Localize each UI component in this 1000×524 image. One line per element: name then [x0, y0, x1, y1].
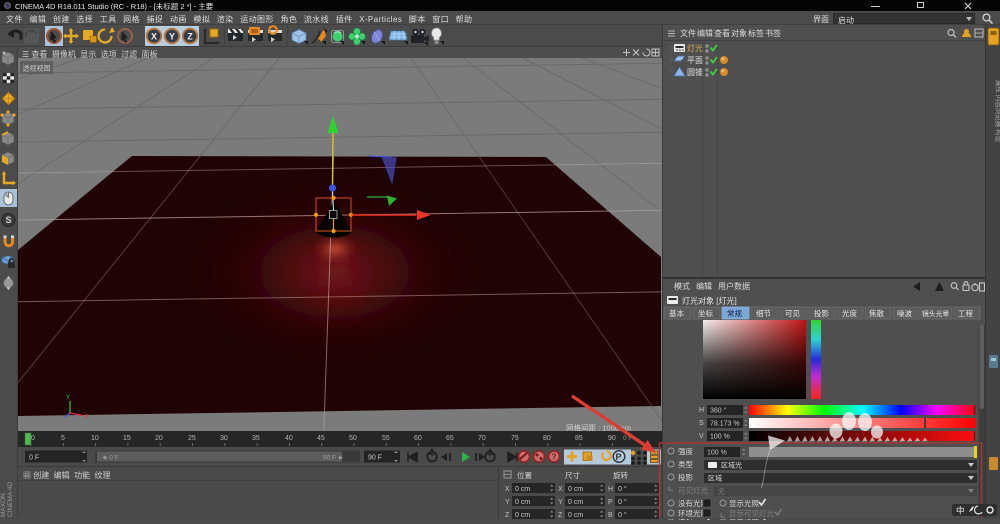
svg-text:投影: 投影: [814, 308, 829, 318]
svg-text:基本: 基本: [669, 308, 684, 318]
svg-text:360 °: 360 °: [710, 407, 727, 415]
svg-text:0 cm: 0 cm: [568, 499, 583, 506]
svg-text:100 %: 100 %: [707, 450, 727, 457]
svg-text:细节: 细节: [756, 308, 771, 318]
svg-text:MAXON: MAXON: [0, 493, 7, 517]
svg-text:工程: 工程: [958, 309, 973, 318]
svg-text:0 F: 0 F: [623, 435, 632, 442]
svg-text:5: 5: [61, 435, 65, 442]
svg-text:用户数据: 用户数据: [718, 281, 750, 291]
svg-text:75: 75: [511, 435, 519, 442]
svg-text:35: 35: [252, 435, 260, 442]
svg-text:显示光照: 显示光照: [729, 498, 759, 508]
svg-text:X: X: [505, 486, 510, 493]
svg-text:对象: 对象: [731, 28, 747, 38]
svg-text:45: 45: [317, 435, 325, 442]
svg-text:无: 无: [718, 488, 725, 496]
svg-text:25: 25: [188, 435, 196, 442]
svg-text:70: 70: [478, 435, 486, 442]
svg-text:光度: 光度: [842, 308, 857, 318]
svg-text:10: 10: [91, 435, 99, 442]
svg-text:0 °: 0 °: [618, 485, 627, 493]
svg-text:透视视图: 透视视图: [23, 64, 51, 73]
svg-text:查看: 查看: [714, 28, 730, 38]
svg-text:漫射: 漫射: [678, 519, 693, 520]
svg-text:0 cm: 0 cm: [568, 486, 583, 493]
svg-text:X: X: [558, 486, 563, 493]
svg-text:H: H: [699, 407, 704, 414]
svg-text:90: 90: [608, 435, 616, 442]
svg-text:位置: 位置: [517, 470, 532, 480]
svg-text:78.173 %: 78.173 %: [710, 421, 740, 428]
svg-text:P: P: [608, 499, 613, 506]
svg-text:X: X: [151, 32, 157, 42]
svg-text:?: ?: [552, 453, 557, 462]
svg-text:标签: 标签: [748, 28, 764, 38]
svg-text:40: 40: [285, 435, 293, 442]
svg-text:噪波: 噪波: [897, 308, 912, 318]
svg-text:区域光: 区域光: [721, 461, 742, 470]
svg-text:灯光: 灯光: [687, 43, 703, 53]
svg-text:90 F ►: 90 F ►: [323, 455, 344, 462]
svg-text:旋转: 旋转: [613, 470, 628, 480]
svg-text:V: V: [699, 433, 704, 440]
svg-text:80: 80: [543, 435, 551, 442]
svg-text:强度: 强度: [678, 446, 693, 456]
svg-text:焦散: 焦散: [869, 308, 884, 318]
svg-text:Z: Z: [187, 32, 193, 42]
svg-text:◄ 0 F: ◄ 0 F: [101, 455, 119, 462]
svg-text:60: 60: [414, 435, 422, 442]
svg-text:类型: 类型: [678, 459, 693, 469]
svg-text:网格间距 : 1000 cm: 网格间距 : 1000 cm: [566, 423, 631, 432]
svg-text:65: 65: [446, 435, 454, 442]
svg-text:可见: 可见: [785, 309, 800, 318]
svg-text:0 °: 0 °: [618, 498, 627, 506]
svg-text:H: H: [608, 486, 613, 493]
svg-text:15: 15: [123, 435, 131, 442]
svg-text:镜头光晕: 镜头光晕: [922, 309, 949, 318]
svg-text:显示修剪: 显示修剪: [729, 519, 759, 520]
svg-text:编辑: 编辑: [696, 281, 712, 291]
svg-text:X: X: [85, 414, 89, 420]
svg-text:P: P: [616, 452, 622, 462]
svg-text:30: 30: [220, 435, 228, 442]
svg-text:Y: Y: [505, 499, 510, 506]
svg-text:区域: 区域: [708, 474, 722, 483]
svg-text:圆锥: 圆锥: [687, 67, 703, 77]
svg-text:20: 20: [155, 435, 163, 442]
svg-text:0 cm: 0 cm: [515, 486, 530, 493]
svg-text:投影: 投影: [678, 472, 693, 482]
svg-text:尺寸: 尺寸: [565, 470, 580, 480]
svg-text:书签: 书签: [765, 28, 781, 38]
svg-text:文件: 文件: [680, 28, 696, 38]
svg-text:50: 50: [349, 435, 357, 442]
svg-text:S: S: [699, 420, 704, 427]
svg-text:S: S: [5, 215, 11, 225]
svg-text:属性 内容浏览器 构造: 属性 内容浏览器 构造: [995, 80, 1000, 143]
svg-text:编辑: 编辑: [697, 28, 713, 38]
svg-text:Y: Y: [169, 32, 175, 42]
svg-text:0 cm: 0 cm: [515, 499, 530, 506]
svg-text:CINEMA 4D: CINEMA 4D: [7, 482, 14, 517]
svg-text:Y: Y: [558, 499, 563, 506]
svg-text:可见灯光: 可见灯光: [678, 485, 708, 495]
svg-text:常规: 常规: [727, 308, 742, 318]
svg-text:灯光对象 [灯光]: 灯光对象 [灯光]: [682, 296, 737, 306]
svg-text:坐标: 坐标: [698, 308, 713, 318]
svg-text:0: 0: [31, 435, 35, 442]
svg-text:85: 85: [575, 435, 583, 442]
svg-text:90 F: 90 F: [368, 455, 382, 462]
svg-text:Y: Y: [66, 395, 70, 401]
svg-text:55: 55: [382, 435, 390, 442]
svg-text:0 F: 0 F: [29, 455, 39, 462]
svg-text:100 %: 100 %: [710, 434, 730, 441]
svg-text:模式: 模式: [674, 281, 690, 291]
svg-text:平面: 平面: [687, 56, 703, 65]
